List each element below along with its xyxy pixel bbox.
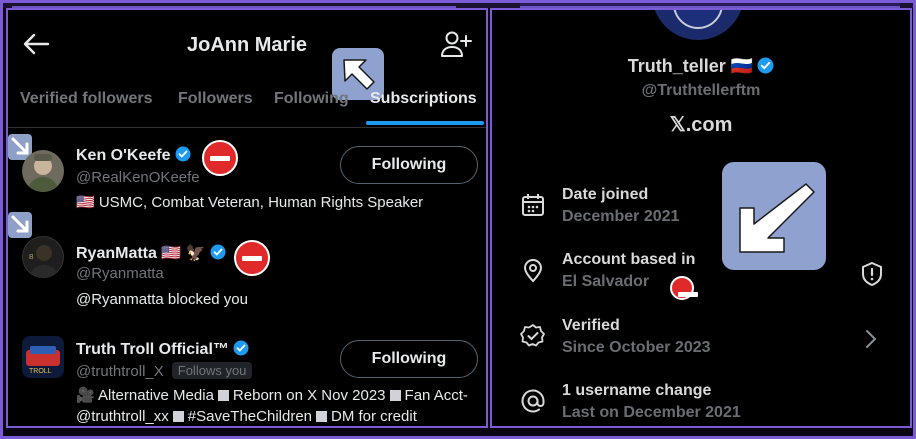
top-strip-segment bbox=[520, 0, 900, 8]
user-name-text: RyanMatta 🇺🇸 🦅 bbox=[76, 245, 206, 262]
user-name: Ken O'Keefe bbox=[76, 146, 191, 165]
avatar[interactable] bbox=[22, 150, 64, 192]
tab-following[interactable]: Following bbox=[274, 90, 349, 108]
info-subtitle: El Salvador bbox=[562, 273, 650, 290]
square-separator-icon bbox=[217, 390, 229, 401]
list-item[interactable]: TROLL Truth Troll Official™ @truthtroll_… bbox=[8, 322, 486, 426]
info-row-account-based-in: Account based in El Salvador bbox=[492, 251, 910, 303]
bio-part: DM for credit bbox=[331, 408, 417, 425]
info-subtitle: Last on December 2021 bbox=[562, 404, 741, 421]
top-strip-segment bbox=[12, 0, 150, 8]
header: JoAnn Marie bbox=[8, 10, 486, 78]
tab-followers[interactable]: Followers bbox=[178, 90, 253, 108]
bio-part: 🎥 Alternative Media bbox=[76, 387, 214, 404]
tab-subscriptions[interactable]: Subscriptions bbox=[370, 90, 477, 108]
user-handle-text: @truthtroll_X bbox=[76, 363, 164, 380]
verified-badge-icon bbox=[233, 340, 249, 356]
info-subtitle: Since October 2023 bbox=[562, 339, 711, 356]
info-title: Account based in bbox=[562, 251, 696, 268]
user-bio: 🇺🇸 USMC, Combat Veteran, Human Rights Sp… bbox=[76, 194, 424, 211]
profile-handle: @Truthtellerftm bbox=[641, 82, 761, 99]
top-strip bbox=[0, 0, 916, 8]
verified-badge-icon bbox=[520, 324, 545, 347]
stop-sign-icon bbox=[670, 276, 698, 300]
user-name: RyanMatta 🇺🇸 🦅 bbox=[76, 243, 226, 263]
info-subtitle: December 2021 bbox=[562, 208, 680, 225]
top-strip-segment bbox=[150, 0, 290, 8]
verified-badge-icon bbox=[210, 244, 226, 260]
info-row-verified[interactable]: Verified Since October 2023 bbox=[492, 317, 910, 369]
bio-part: #SaveTheChildren bbox=[187, 408, 313, 425]
svg-text:TROLL: TROLL bbox=[29, 368, 52, 375]
profile-name: Truth_teller 🇷🇺 bbox=[492, 56, 910, 77]
user-handle: @RealKenOKeefe bbox=[76, 169, 200, 186]
tab-bar: Verified followers Followers Following S… bbox=[8, 82, 486, 128]
info-row-username-change: 1 username change Last on December 2021 bbox=[492, 382, 910, 426]
account-info-panel: Truth_teller 🇷🇺 @Truthtellerftm 𝕏.com Da… bbox=[490, 8, 912, 428]
following-button[interactable]: Following bbox=[340, 340, 478, 378]
user-handle: @truthtroll_X Follows you bbox=[76, 362, 253, 380]
info-title: Date joined bbox=[562, 186, 649, 203]
profile-logo bbox=[652, 10, 744, 40]
profile-name-text: Truth_teller 🇷🇺 bbox=[627, 56, 754, 76]
location-pin-icon bbox=[523, 259, 543, 283]
info-title: Verified bbox=[562, 317, 620, 334]
calendar-icon bbox=[522, 194, 544, 216]
active-tab-indicator bbox=[366, 121, 484, 125]
info-row-date-joined: Date joined December 2021 bbox=[492, 186, 910, 238]
stop-sign-icon bbox=[234, 240, 270, 276]
user-handle: @Ryanmatta bbox=[76, 265, 164, 282]
page-title: JoAnn Marie bbox=[186, 34, 308, 56]
chevron-right-icon[interactable] bbox=[864, 329, 878, 349]
user-name: Truth Troll Official™ bbox=[76, 340, 249, 359]
at-sign-icon bbox=[521, 389, 545, 413]
stop-sign-icon bbox=[202, 140, 238, 176]
verified-badge-icon bbox=[757, 57, 774, 74]
shield-alert-icon[interactable] bbox=[860, 261, 884, 287]
avatar[interactable]: TROLL bbox=[22, 336, 64, 378]
svg-text:B: B bbox=[29, 254, 34, 261]
tab-verified-followers[interactable]: Verified followers bbox=[20, 90, 152, 108]
list-item[interactable]: B RyanMatta 🇺🇸 🦅 @Ryanmatta @Ryanmatta b… bbox=[8, 212, 486, 322]
square-separator-icon bbox=[316, 411, 328, 422]
annotation-arrow-icon bbox=[722, 162, 826, 270]
following-button[interactable]: Following bbox=[340, 146, 478, 184]
bio-part: Reborn on X Nov 2023 bbox=[232, 387, 386, 404]
info-title: 1 username change bbox=[562, 382, 712, 399]
user-name-text: Truth Troll Official™ bbox=[76, 341, 229, 358]
list-item[interactable]: Ken O'Keefe @RealKenOKeefe 🇺🇸 USMC, Comb… bbox=[8, 132, 486, 222]
follows-you-badge: Follows you bbox=[171, 362, 253, 379]
following-list-panel: JoAnn Marie Verified followers Followers… bbox=[6, 8, 488, 428]
verified-badge-icon bbox=[175, 146, 190, 162]
add-user-icon[interactable] bbox=[440, 30, 472, 58]
platform-site: 𝕏.com bbox=[669, 114, 733, 136]
top-strip-segment bbox=[290, 0, 456, 8]
annotation-arrow-icon bbox=[8, 212, 32, 238]
user-bio: 🎥 Alternative Media Reborn on X Nov 2023 F… bbox=[76, 385, 472, 426]
avatar[interactable]: B bbox=[22, 236, 64, 278]
user-name-text: Ken O'Keefe bbox=[76, 147, 171, 164]
square-separator-icon bbox=[172, 411, 184, 422]
user-bio: @Ryanmatta blocked you bbox=[76, 291, 248, 308]
square-separator-icon bbox=[389, 390, 401, 401]
